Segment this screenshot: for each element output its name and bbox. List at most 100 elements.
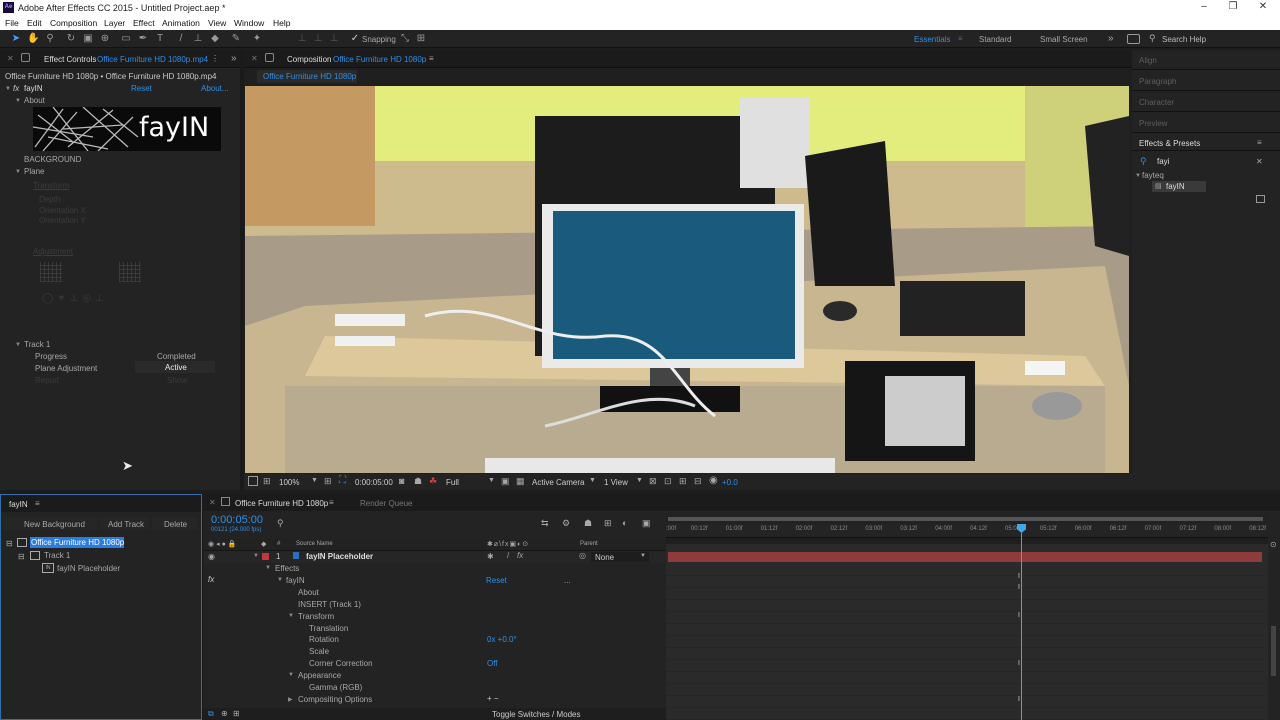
work-area-range[interactable] [668,517,1263,521]
snapshot-icon[interactable]: ◙ [399,476,404,486]
timeline-tracks-area[interactable]: :00f 00:12f 01:00f 01:12f 02:00f 02:12f 03:00f… [666,514,1268,720]
keyframe-marker-icon[interactable]: I [1018,573,1020,580]
effect-options-link[interactable]: ... [564,576,571,585]
layer-name[interactable]: fayIN Placeholder [306,552,373,561]
timeline-icon[interactable]: ⊞ [679,476,687,487]
flowchart-icon[interactable]: ⊟ [694,476,702,487]
timeline-reset-link[interactable]: Reset [486,576,507,585]
toggle-switches-modes-button[interactable]: Toggle Switches / Modes [492,710,581,719]
rectangle-tool-icon[interactable]: ▭ [120,33,132,45]
panel-menu-icon[interactable]: ≡ [329,498,334,507]
in-out-icon[interactable]: ⊞ [233,709,240,718]
workspace-standard[interactable]: Standard [979,35,1011,44]
source-name-column-header[interactable]: Source Name [296,541,333,547]
add-remove-mask-icon[interactable]: + − [487,694,499,703]
panel-menu-icon[interactable]: ⋮ [211,54,219,63]
menu-animation[interactable]: Animation [162,18,200,28]
motion-blur-icon[interactable]: ◐ [622,518,627,528]
minimize-icon[interactable]: – [1197,1,1211,14]
composition-tab[interactable]: Composition [287,55,331,64]
expand-triangle-icon[interactable]: ▼ [253,553,259,559]
clone-stamp-tool-icon[interactable]: ⊥ [192,33,204,45]
keyframe-marker-icon[interactable]: I [1018,660,1020,667]
add-track-button[interactable]: Add Track [100,517,150,530]
safe-margins-icon[interactable]: ⊞ [324,476,332,487]
menu-edit[interactable]: Edit [27,18,42,28]
character-panel[interactable]: Character [1132,92,1280,112]
clear-search-icon[interactable]: ✕ [1256,157,1263,166]
layer-switches-icon[interactable]: ⧉ [208,709,214,719]
3d-view-icon[interactable]: ⊞ [263,476,271,487]
keyframe-marker-icon[interactable]: I [1018,612,1020,619]
plane-adjustment-button[interactable]: Active [135,361,215,373]
workspace-overflow-icon[interactable]: » [1108,33,1114,44]
resolution-dropdown-icon[interactable]: ▼ [488,477,495,484]
menu-file[interactable]: File [5,18,19,28]
camera-tool-icon[interactable]: ▣ [82,33,94,45]
exposure-value[interactable]: +0.0 [722,478,738,487]
close-panel-icon[interactable]: ✕ [7,54,14,63]
expand-triangle-icon[interactable]: ▼ [288,672,294,678]
close-panel-icon[interactable]: ✕ [251,54,258,63]
expand-triangle-icon[interactable]: ▼ [15,169,21,175]
lock-icon[interactable] [21,53,30,62]
mask-visibility-icon[interactable]: ⛶ [339,475,346,486]
resolution-value[interactable]: Full [446,478,459,487]
effect-about-link[interactable]: About... [201,84,229,93]
shy-layers-icon[interactable]: ☗ [584,518,592,529]
panel-menu-icon[interactable]: ≡ [1257,138,1262,147]
playhead-line[interactable] [1021,533,1022,720]
transfer-controls-icon[interactable]: ⊕ [221,709,228,718]
parent-dropdown[interactable]: None ▼ [591,552,649,562]
align-panel[interactable]: Align [1132,50,1280,70]
fayin-panel-title[interactable]: fayIN [9,500,28,509]
show-snapshot-icon[interactable]: ☗ [414,476,422,487]
timeline-current-time[interactable]: 0:00:05:00 [211,514,263,526]
snapping-checkbox-icon[interactable]: ✓ [349,33,361,45]
collapse-icon[interactable]: ⊟ [18,552,25,561]
expand-triangle-icon[interactable]: ▼ [5,86,11,92]
panel-menu-icon[interactable]: ≡ [35,499,40,508]
parent-pickwhip-icon[interactable]: ◎ [579,551,586,560]
workspace-essentials[interactable]: Essentials [914,35,950,44]
shy-switch-icon[interactable]: ✱ [487,552,494,561]
menu-effect[interactable]: Effect [133,18,155,28]
effect-switch-icon[interactable]: fx [517,551,523,560]
current-time-value[interactable]: 0:00:05:00 [355,478,393,487]
brush-tool-icon[interactable]: / [175,33,187,45]
hand-tool-icon[interactable]: ✋ [27,33,39,45]
composition-viewer[interactable] [245,86,1129,473]
layer-row[interactable]: ◉ ▼ 1 fayIN Placeholder ✱ / fx ◎ None ▼ [204,551,666,563]
effects-presets-header[interactable]: Effects & Presets ≡ [1132,134,1280,151]
transparency-grid-icon[interactable]: ▦ [516,476,525,487]
world-axis-icon[interactable]: ⊥ [312,33,324,45]
collapse-icon[interactable]: ⊟ [6,539,13,548]
local-axis-icon[interactable]: ⊥ [296,33,308,45]
menu-layer[interactable]: Layer [104,18,125,28]
draft-3d-icon[interactable]: ⚙ [562,518,570,529]
visibility-icon[interactable]: ◉ [208,552,215,561]
layer-label-color[interactable] [262,553,269,560]
render-queue-tab[interactable]: Render Queue [360,499,412,508]
expand-triangle-icon[interactable]: ▼ [288,613,294,619]
lock-icon[interactable] [265,53,274,62]
always-preview-icon[interactable] [248,476,258,486]
effect-controls-tab[interactable]: Effect Controls [44,55,96,64]
timeline-scrollbar[interactable]: ⊙ [1268,514,1280,720]
pan-behind-tool-icon[interactable]: ⊕ [99,33,111,45]
expand-triangle-icon[interactable]: ▼ [277,577,283,583]
time-ruler[interactable]: :00f 00:12f 01:00f 01:12f 02:00f 02:12f 03:00f… [666,524,1268,538]
workspace-small-screen[interactable]: Small Screen [1040,35,1088,44]
paragraph-panel[interactable]: Paragraph [1132,71,1280,91]
search-help-input[interactable]: Search Help [1162,35,1206,44]
expand-triangle-icon[interactable]: ▼ [15,98,21,104]
roto-brush-tool-icon[interactable]: ✎ [230,33,242,45]
tree-placeholder-label[interactable]: fayIN Placeholder [57,564,120,573]
camera-dropdown-icon[interactable]: ▼ [589,477,596,484]
pen-tool-icon[interactable]: ✒ [137,33,149,45]
search-icon[interactable]: ⚲ [277,518,284,529]
menu-window[interactable]: Window [234,18,264,28]
maximize-icon[interactable]: ❐ [1226,1,1240,14]
menu-help[interactable]: Help [273,18,290,28]
work-area-bar[interactable] [666,514,1268,524]
